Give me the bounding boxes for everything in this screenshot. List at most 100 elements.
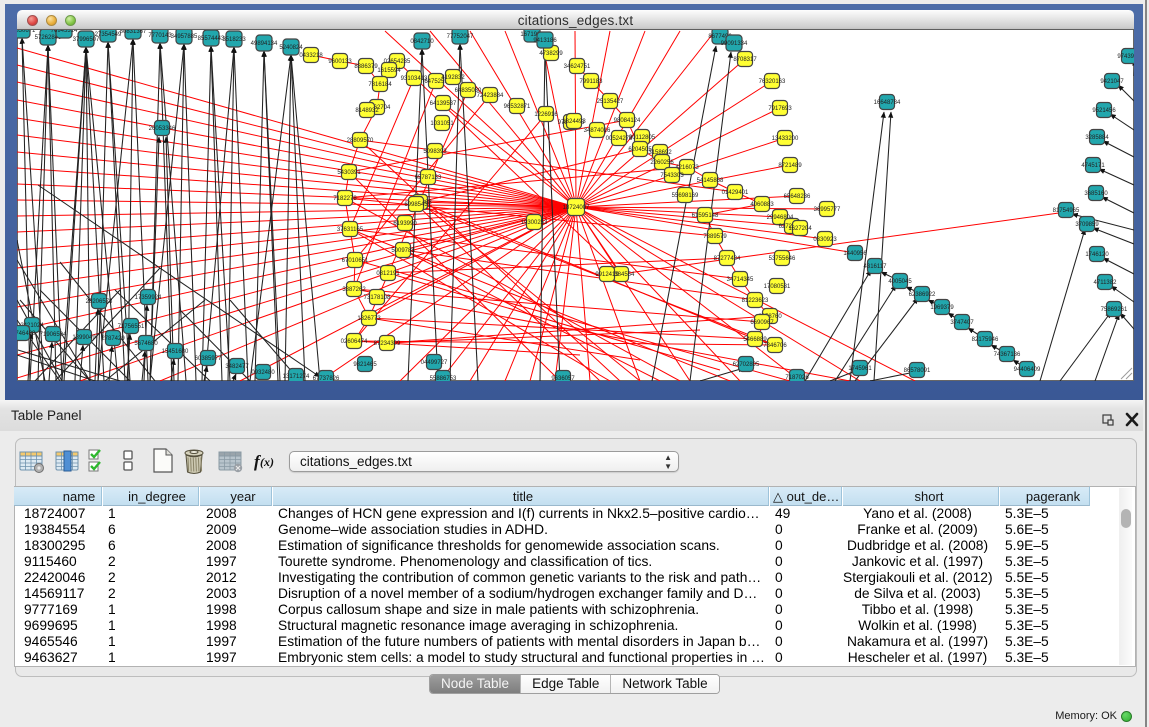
svg-text:87277434: 87277434 (714, 256, 741, 262)
svg-text:99091334: 99091334 (721, 41, 748, 47)
svg-text:01429401: 01429401 (722, 190, 749, 196)
svg-text:1615594: 1615594 (377, 68, 401, 74)
svg-text:72423884: 72423884 (477, 93, 504, 99)
svg-text:9743953: 9743953 (1117, 54, 1134, 60)
svg-text:3387262: 3387262 (342, 287, 366, 293)
svg-text:76945314: 76945314 (51, 30, 78, 34)
svg-text:13433200: 13433200 (772, 136, 799, 142)
svg-text:74367136: 74367136 (994, 352, 1021, 358)
svg-text:37631165: 37631165 (337, 227, 364, 233)
svg-text:5009788: 5009788 (391, 248, 415, 254)
svg-text:73178108: 73178108 (364, 295, 391, 301)
svg-text:18724007: 18724007 (563, 205, 590, 211)
svg-text:34874016: 34874016 (584, 128, 611, 134)
svg-text:5098393: 5098393 (423, 149, 447, 155)
svg-text:49894134: 49894134 (251, 41, 278, 47)
svg-text:25135427: 25135427 (597, 99, 624, 105)
svg-text:3518233: 3518233 (222, 37, 246, 43)
svg-text:8721489: 8721489 (778, 163, 802, 169)
svg-text:0330923: 0330923 (813, 237, 837, 243)
svg-text:55886753: 55886753 (430, 376, 457, 381)
svg-text:1226916: 1226916 (534, 112, 558, 118)
svg-text:1627204: 1627204 (788, 226, 812, 232)
svg-text:54145868: 54145868 (697, 178, 724, 184)
svg-text:3747407: 3747407 (950, 320, 974, 326)
svg-text:4192832: 4192832 (441, 75, 465, 81)
svg-text:04499727: 04499727 (421, 360, 448, 366)
svg-text:67010651: 67010651 (342, 258, 369, 264)
svg-text:34714345: 34714345 (727, 277, 754, 283)
svg-text:53755646: 53755646 (769, 256, 796, 262)
svg-text:0842710: 0842710 (410, 39, 434, 45)
svg-text:02606474: 02606474 (341, 339, 368, 345)
svg-text:80831367: 80831367 (120, 30, 147, 35)
svg-text:17080531: 17080531 (764, 284, 791, 290)
svg-text:34957885: 34957885 (171, 34, 198, 40)
svg-text:6998543: 6998543 (404, 202, 428, 208)
svg-text:9912419: 9912419 (595, 272, 619, 278)
svg-text:8148932: 8148932 (355, 108, 379, 114)
svg-text:3685160: 3685160 (1084, 191, 1108, 197)
svg-text:4738299: 4738299 (539, 51, 563, 57)
svg-text:9521456: 9521456 (1092, 108, 1116, 114)
svg-text:94406409: 94406409 (1014, 367, 1041, 373)
svg-text:7346706: 7346706 (763, 343, 787, 349)
svg-text:4711382: 4711382 (1094, 280, 1118, 286)
svg-text:3285884: 3285884 (1085, 135, 1109, 141)
svg-text:17359924: 17359924 (135, 295, 162, 301)
svg-text:55698169: 55698169 (672, 193, 699, 199)
svg-text:13171274: 13171274 (283, 374, 310, 380)
svg-text:3482477: 3482477 (225, 364, 249, 370)
svg-text:20206578: 20206578 (86, 299, 113, 305)
svg-text:67737826: 67737826 (313, 376, 340, 381)
svg-text:26053346: 26053346 (149, 126, 176, 132)
svg-text:61595148: 61595148 (692, 213, 719, 219)
svg-text:0433218: 0433218 (299, 53, 323, 59)
svg-text:7889579: 7889579 (703, 234, 727, 240)
svg-text:86578091: 86578091 (904, 368, 931, 374)
svg-text:4005045: 4005045 (888, 279, 912, 285)
svg-text:7816184: 7816184 (368, 82, 392, 88)
svg-text:1745961: 1745961 (848, 366, 872, 372)
svg-text:87234309: 87234309 (374, 341, 401, 347)
svg-text:6690967: 6690967 (750, 320, 774, 326)
svg-text:5430391: 5430391 (337, 170, 361, 176)
svg-text:36995777: 36995777 (814, 207, 841, 213)
svg-text:6193990: 6193990 (393, 221, 417, 227)
svg-text:51850671: 51850671 (17, 30, 36, 34)
svg-text:1326773: 1326773 (357, 316, 381, 322)
svg-text:19300253: 19300253 (521, 220, 548, 226)
svg-text:7182278: 7182278 (333, 196, 357, 202)
svg-text:1746120: 1746120 (1085, 252, 1109, 258)
svg-text:7543303: 7543303 (660, 173, 684, 179)
svg-text:65787133: 65787133 (415, 175, 442, 181)
svg-text:0932480: 0932480 (251, 370, 275, 376)
svg-text:0812191: 0812191 (376, 271, 400, 277)
svg-text:9636057: 9636057 (551, 376, 575, 381)
svg-text:80112805: 80112805 (629, 135, 656, 141)
svg-text:7770143: 7770143 (148, 33, 172, 39)
svg-text:9421047: 9421047 (1100, 79, 1124, 85)
svg-text:75869261: 75869261 (1101, 307, 1128, 313)
svg-text:9600133: 9600133 (328, 59, 352, 65)
svg-text:4745171: 4745171 (1081, 163, 1105, 169)
svg-text:16648784: 16648784 (874, 100, 901, 106)
svg-text:(x): (x) (260, 455, 274, 469)
svg-text:7991183: 7991183 (580, 79, 604, 85)
svg-text:81754965: 81754965 (1053, 208, 1080, 214)
svg-text:4316117: 4316117 (864, 264, 888, 270)
svg-text:96532871: 96532871 (504, 104, 531, 110)
svg-text:9413186: 9413186 (533, 38, 557, 44)
svg-text:65648236: 65648236 (784, 194, 811, 200)
svg-text:1440956: 1440956 (843, 251, 867, 257)
svg-text:64139537: 64139537 (430, 101, 457, 107)
svg-text:2787429: 2787429 (101, 336, 125, 342)
svg-text:7917693: 7917693 (768, 106, 792, 112)
svg-text:81223623: 81223623 (742, 298, 769, 304)
svg-text:60385977: 60385977 (195, 356, 222, 362)
svg-text:62702895: 62702895 (733, 362, 760, 368)
svg-text:5240824: 5240824 (279, 45, 303, 51)
svg-text:71746488: 71746488 (17, 331, 36, 337)
svg-text:4060883: 4060883 (750, 202, 774, 208)
svg-text:8708317: 8708317 (733, 57, 757, 63)
